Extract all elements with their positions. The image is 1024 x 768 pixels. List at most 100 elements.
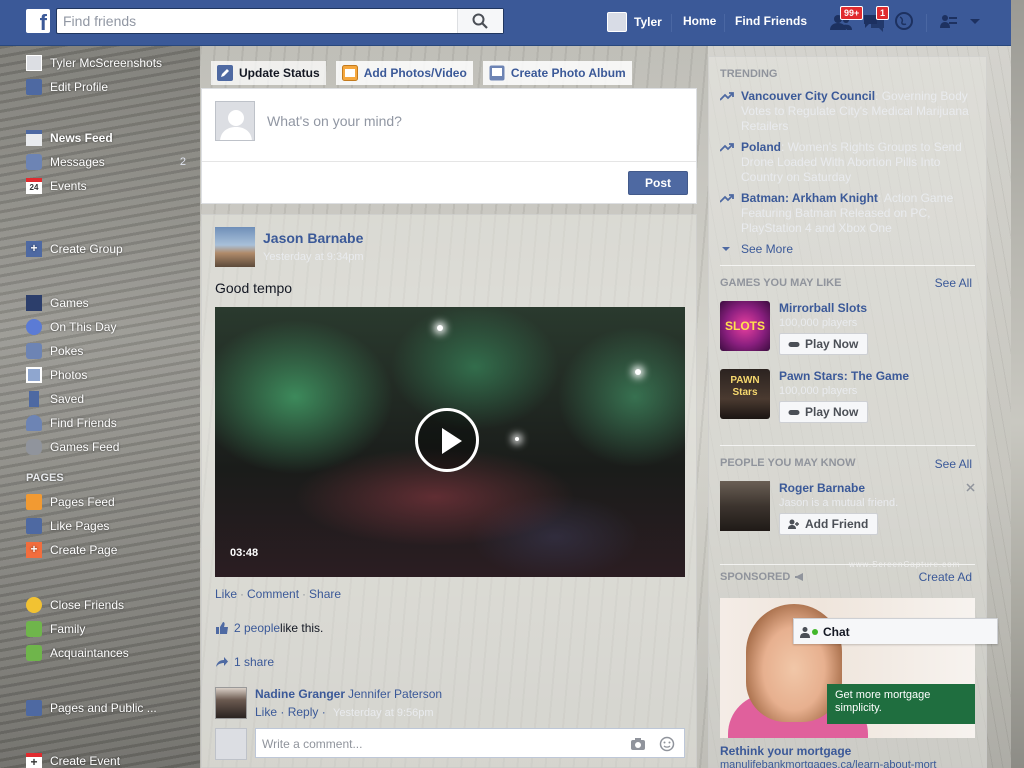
find-friends-icon — [26, 415, 42, 431]
play-now-button[interactable]: Play Now — [779, 401, 869, 423]
game-name-link[interactable]: Pawn Stars: The Game — [779, 369, 909, 383]
story-timestamp[interactable]: Yesterday at 9:34pm — [263, 251, 364, 263]
sidebar-item-games-feed[interactable]: Games Feed — [26, 438, 119, 456]
story-actions: Like · Comment · Share — [215, 587, 342, 601]
comment-placeholder: Write a comment... — [262, 737, 363, 751]
post-button[interactable]: Post — [628, 171, 688, 195]
avatar[interactable] — [215, 687, 247, 719]
trending-item[interactable]: Batman: Arkham Knight: Action Game Featu… — [720, 191, 970, 236]
nav-home-link[interactable]: Home — [683, 14, 716, 28]
tab-update-status[interactable]: Update Status — [211, 61, 326, 85]
emoji-icon[interactable] — [659, 736, 675, 752]
games-see-all-link[interactable]: See All — [935, 276, 972, 290]
game-suggestion: PAWN Stars Pawn Stars: The Game 100,000 … — [720, 369, 975, 425]
play-button[interactable] — [415, 408, 479, 472]
trending-item[interactable]: Vancouver City Council: Governing Body V… — [720, 89, 970, 134]
likers-link[interactable]: 2 people — [234, 621, 280, 635]
tab-create-photo-album[interactable]: Create Photo Album — [482, 61, 632, 85]
clock-icon — [26, 319, 42, 335]
shares-link[interactable]: 1 share — [234, 655, 274, 669]
avatar[interactable] — [215, 227, 255, 267]
people-suggestion: Roger Barnabe Jason is a mutual friend. … — [720, 481, 975, 537]
story-author-link[interactable]: Jason Barnabe — [263, 230, 363, 246]
mutual-friend-text: Jason is a mutual friend. — [779, 497, 899, 509]
close-icon[interactable] — [966, 483, 975, 492]
ad-url[interactable]: manulifebankmortgages.ca/learn-about-mor… — [720, 759, 936, 768]
video-player[interactable]: 03:48 — [215, 307, 685, 577]
gamepad-icon — [788, 342, 800, 347]
facebook-logo-icon[interactable]: f — [26, 9, 50, 33]
people-heading: PEOPLE YOU MAY KNOW — [720, 457, 856, 469]
game-name-link[interactable]: Mirrorball Slots — [779, 301, 867, 315]
sidebar-item-on-this-day[interactable]: On This Day — [26, 318, 116, 336]
comment-reply-link[interactable]: Reply — [288, 705, 319, 719]
sidebar-item-events[interactable]: 24 Events — [26, 177, 87, 195]
comment-like-link[interactable]: Like — [255, 705, 277, 719]
nav-find-friends-link[interactable]: Find Friends — [735, 14, 807, 28]
sidebar-profile-link[interactable]: Tyler McScreenshots — [26, 54, 162, 72]
friend-requests-button[interactable]: 99+ — [829, 6, 864, 33]
sidebar-item-create-group[interactable]: + Create Group — [26, 240, 123, 258]
create-ad-link[interactable]: Create Ad — [919, 570, 972, 584]
game-icon[interactable]: PAWN Stars — [720, 369, 770, 419]
notifications-button[interactable] — [894, 11, 918, 33]
game-suggestion: SLOTS Mirrorball Slots 100,000 players P… — [720, 301, 975, 357]
sidebar-item-pages-feed[interactable]: Pages Feed — [26, 493, 115, 511]
sidebar-item-saved[interactable]: Saved — [26, 390, 84, 408]
trending-arrow-icon — [720, 92, 734, 101]
tab-label: Update Status — [239, 66, 320, 80]
comment-input[interactable]: Write a comment... — [255, 728, 685, 758]
person-name-link[interactable]: Roger Barnabe — [779, 481, 865, 495]
camera-icon[interactable] — [630, 737, 646, 751]
sidebar-item-create-event[interactable]: + Create Event — [26, 752, 120, 768]
sidebar-item-games[interactable]: Games — [26, 294, 89, 312]
sidebar-item-pages-and-public[interactable]: Pages and Public ... — [26, 699, 157, 717]
people-see-all-link[interactable]: See All — [935, 457, 972, 471]
sidebar-item-label: Games — [50, 296, 89, 310]
see-more-link[interactable]: See More — [720, 242, 970, 257]
comment-link[interactable]: Comment — [247, 587, 299, 601]
sidebar-item-like-pages[interactable]: Like Pages — [26, 517, 109, 535]
chat-tab[interactable]: Chat — [793, 618, 998, 644]
sidebar-item-close-friends[interactable]: Close Friends — [26, 596, 124, 614]
messages-button[interactable]: 1 — [862, 6, 890, 33]
sidebar-item-find-friends[interactable]: Find Friends — [26, 414, 117, 432]
sidebar-item-messages[interactable]: Messages — [26, 153, 105, 171]
ad-title-link[interactable]: Rethink your mortgage — [720, 744, 851, 758]
stage-light — [437, 325, 443, 331]
divider — [720, 265, 975, 266]
add-friend-button[interactable]: Add Friend — [779, 513, 879, 535]
comment-tag-link[interactable]: Jennifer Paterson — [348, 687, 442, 701]
like-link[interactable]: Like — [215, 587, 237, 601]
see-more-label: See More — [741, 242, 794, 256]
sidebar-item-pokes[interactable]: Pokes — [26, 342, 83, 360]
plus-icon: + — [26, 542, 42, 558]
comment-timestamp[interactable]: Yesterday at 9:56pm — [333, 707, 434, 719]
share-link[interactable]: Share — [309, 587, 341, 601]
sidebar-item-news-feed[interactable]: News Feed — [26, 129, 113, 147]
sidebar-item-label: Edit Profile — [50, 80, 109, 94]
trending-arrow-icon — [720, 194, 734, 203]
sidebar-item-create-page[interactable]: + Create Page — [26, 541, 117, 559]
account-menu-button[interactable] — [969, 11, 993, 33]
stage-light — [635, 369, 641, 375]
sidebar-item-family[interactable]: Family — [26, 620, 85, 638]
sidebar-edit-profile[interactable]: Edit Profile — [26, 78, 108, 96]
avatar[interactable] — [720, 481, 770, 531]
comment-author-link[interactable]: Nadine Granger — [255, 687, 345, 701]
play-now-button[interactable]: Play Now — [779, 333, 869, 355]
search-input[interactable] — [57, 9, 457, 33]
tab-add-photos-video[interactable]: Add Photos/Video — [335, 61, 473, 85]
button-label: Add Friend — [805, 517, 869, 531]
sidebar-item-acquaintances[interactable]: Acquaintances — [26, 644, 129, 662]
comment-meta: Like · Reply · Yesterday at 9:56pm — [255, 705, 434, 719]
megaphone-icon — [795, 573, 804, 581]
trending-item[interactable]: Poland: Women's Rights Groups to Send Dr… — [720, 140, 970, 185]
game-icon[interactable]: SLOTS — [720, 301, 770, 351]
sidebar-item-photos[interactable]: Photos — [26, 366, 87, 384]
status-input[interactable]: What's on your mind? — [267, 113, 402, 129]
privacy-shortcuts-button[interactable] — [938, 11, 962, 33]
composer-box: What's on your mind? Post — [201, 88, 697, 204]
search-button[interactable] — [457, 9, 503, 33]
nav-profile-link[interactable]: Tyler — [607, 11, 662, 33]
